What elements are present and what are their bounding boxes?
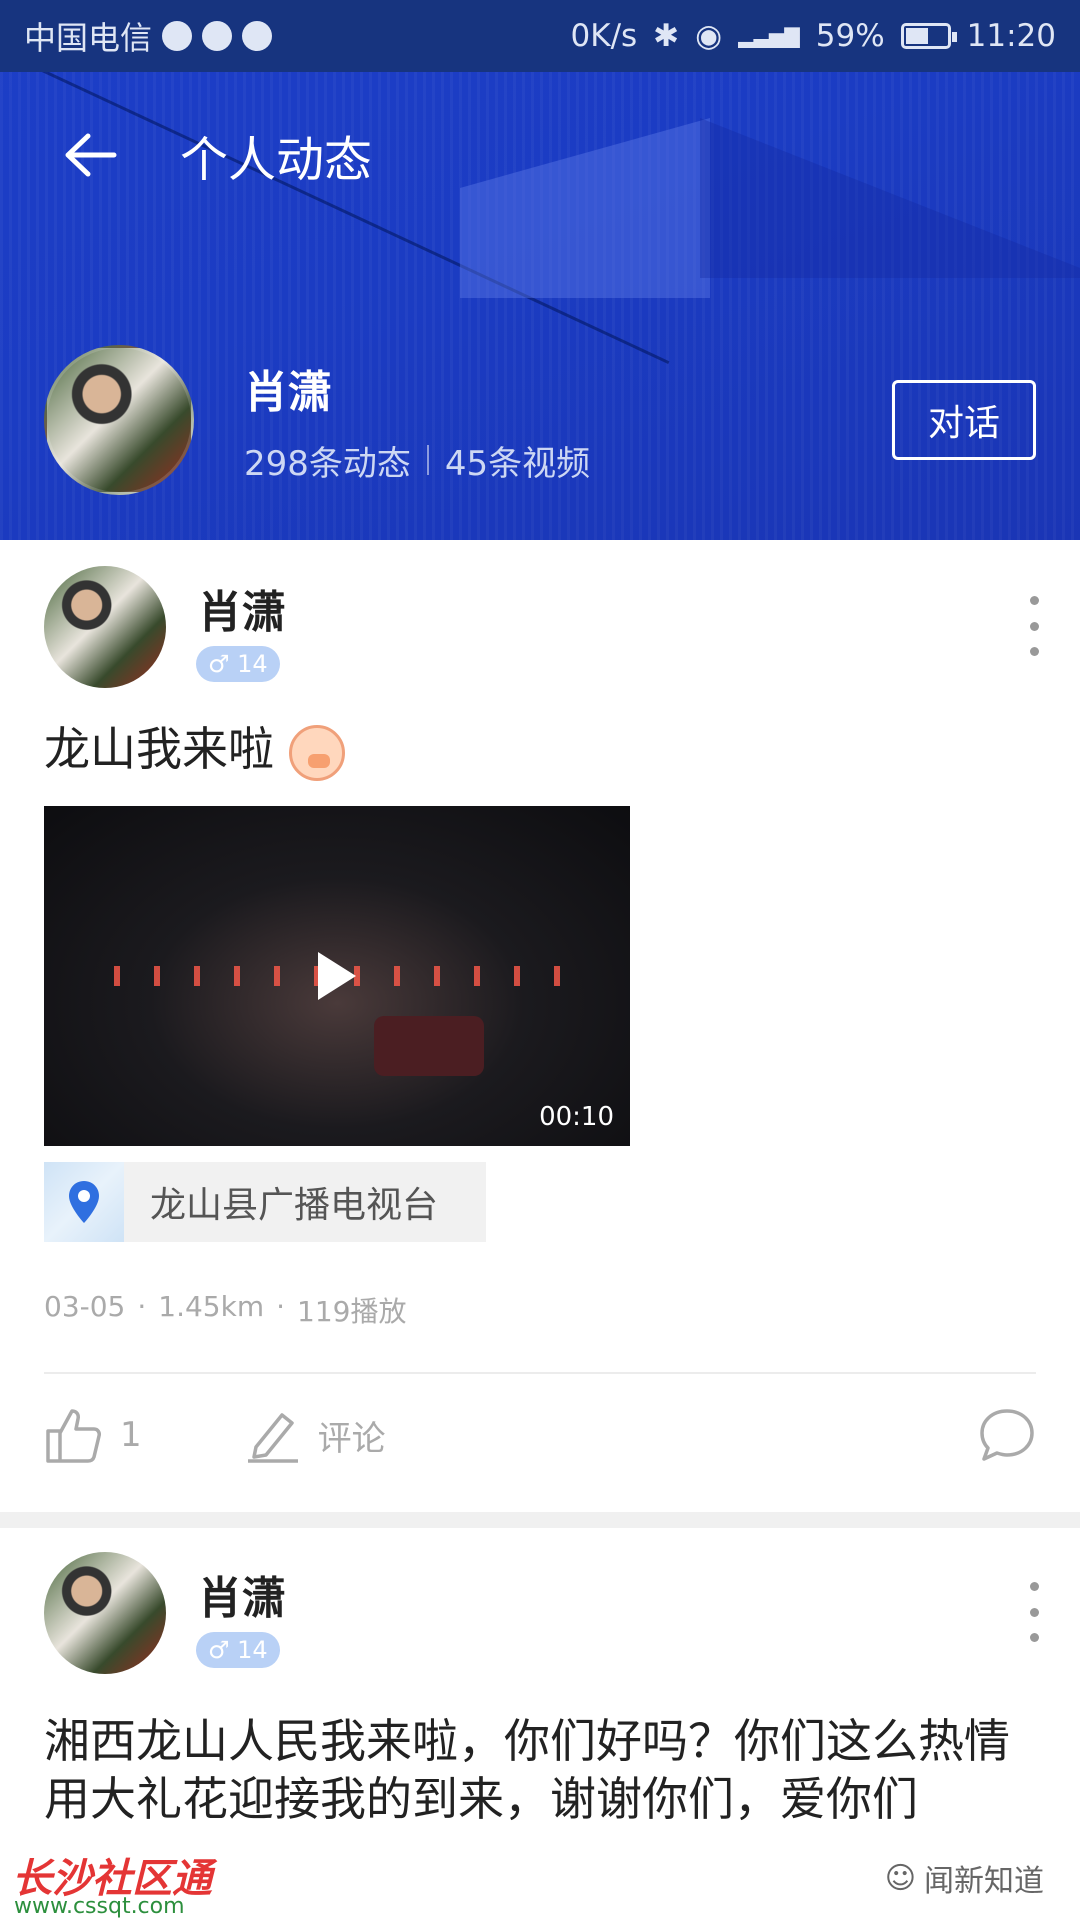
- status-bar: 中国电信 0K/s ✱ ◉ ▂▃▅▇ 59% 11:20: [0, 0, 1080, 72]
- post-text-content: 龙山我来啦: [44, 722, 274, 776]
- more-dot: [1029, 1633, 1039, 1642]
- like-count: 1: [120, 1415, 142, 1455]
- profile-stats: 298条动态 45条视频: [244, 436, 590, 485]
- post-text: 龙山我来啦: [0, 720, 389, 781]
- battery-fill: [905, 28, 928, 44]
- meta-separator: ·: [137, 1290, 147, 1323]
- map-pin-icon: [44, 1162, 124, 1242]
- clock: 11:20: [966, 18, 1056, 54]
- eye-icon: ◉: [695, 18, 723, 54]
- videos-count[interactable]: 45条视频: [445, 436, 590, 485]
- play-icon[interactable]: [318, 952, 356, 1000]
- hd-voice-icon: [162, 21, 193, 51]
- post-author: 肖潇: [198, 1573, 286, 1624]
- battery-icon: [900, 23, 957, 49]
- gender-age-badge: ♂ 14: [196, 646, 280, 682]
- watermark-source: ☺ 闻新知道: [885, 1856, 1044, 1900]
- more-dot: [1029, 1582, 1039, 1591]
- more-dot: [1029, 1607, 1039, 1617]
- signal-icon: ▂▃▅▇: [738, 24, 800, 48]
- more-dot: [1029, 647, 1039, 656]
- stats-divider: [426, 445, 429, 475]
- comment-label: 评论: [317, 1418, 386, 1459]
- post-date: 03-05: [44, 1290, 126, 1323]
- page-title: 个人动态: [180, 132, 373, 188]
- thumbs-up-icon: [46, 1409, 101, 1463]
- back-button[interactable]: [40, 105, 140, 205]
- post-distance: 1.45km: [158, 1290, 265, 1323]
- video-thumbnail[interactable]: 00:10: [44, 806, 630, 1146]
- post-header: 肖潇 ♂ 14: [0, 566, 1080, 696]
- more-options-button[interactable]: [1024, 1582, 1044, 1642]
- video-duration: 00:10: [539, 1102, 614, 1132]
- pencil-icon: [247, 1413, 298, 1463]
- profile-info: 肖潇 298条动态 45条视频: [244, 356, 590, 485]
- post-text: 湘西龙山人民我来啦，你们好吗？你们这么热情用大礼花迎接我的到来，谢谢你们，爱你们: [0, 1712, 1080, 1828]
- wechat-icon: ☺: [884, 1860, 916, 1896]
- post-actions: 1 评论: [0, 1380, 1080, 1490]
- post-text-content: 湘西龙山人民我来啦，你们好吗？你们这么热情用大礼花迎接我的到来，谢谢你们，爱你们: [44, 1714, 1010, 1826]
- avatar[interactable]: [44, 345, 194, 495]
- posts-count[interactable]: 298条动态: [244, 436, 411, 485]
- net-speed: 0K/s: [570, 18, 638, 54]
- avatar[interactable]: [44, 1552, 166, 1674]
- location-tag[interactable]: 龙山县广播电视台: [44, 1162, 486, 1242]
- post-header: 肖潇 ♂ 14: [0, 1552, 1080, 1682]
- post-plays: 119播放: [297, 1295, 407, 1328]
- post-card: 肖潇 ♂ 14 龙山我来啦 00:10 龙山县广播电视台 03-05 · 1.4…: [0, 566, 1080, 1510]
- shy-face-emoji-icon: [288, 724, 345, 781]
- post-author: 肖潇: [198, 587, 286, 638]
- status-right: 0K/s ✱ ◉ ▂▃▅▇ 59% 11:20: [571, 18, 1056, 54]
- location-label: 龙山县广播电视台: [150, 1185, 439, 1226]
- chat-button[interactable]: 对话: [892, 380, 1036, 460]
- carrier-label: 中国电信: [24, 19, 153, 57]
- meta-separator: ·: [276, 1290, 286, 1323]
- carrier-group: 中国电信: [24, 13, 273, 59]
- car-silhouette: [374, 1016, 484, 1076]
- like-button[interactable]: 1: [44, 1405, 142, 1465]
- bluetooth-icon: ✱: [653, 18, 680, 54]
- location-pin-icon: [69, 1181, 99, 1223]
- speech-bubble-icon: [980, 1409, 1034, 1461]
- section-gap: [0, 1512, 1080, 1528]
- back-arrow-icon: [65, 133, 117, 177]
- battery-percent: 59%: [815, 18, 885, 54]
- message-icon: [202, 21, 233, 51]
- more-options-button[interactable]: [1024, 596, 1044, 656]
- post-divider: [44, 1372, 1036, 1374]
- gender-age-badge: ♂ 14: [196, 1632, 280, 1668]
- more-dot: [1029, 621, 1039, 631]
- profile-name: 肖潇: [244, 366, 332, 418]
- more-dot: [1029, 596, 1039, 605]
- comment-button[interactable]: 评论: [246, 1407, 386, 1463]
- profile-summary: 肖潇 298条动态 45条视频 对话: [0, 345, 1080, 495]
- message-button[interactable]: [978, 1407, 1036, 1463]
- avatar[interactable]: [44, 566, 166, 688]
- top-nav: 个人动态: [0, 100, 1080, 210]
- watermark-url: www.cssqt.com: [14, 1894, 185, 1919]
- wechat-icon: [242, 21, 273, 51]
- post-meta: 03-05 · 1.45km · 119播放: [44, 1290, 406, 1330]
- watermark-source-label: 闻新知道: [924, 1864, 1044, 1899]
